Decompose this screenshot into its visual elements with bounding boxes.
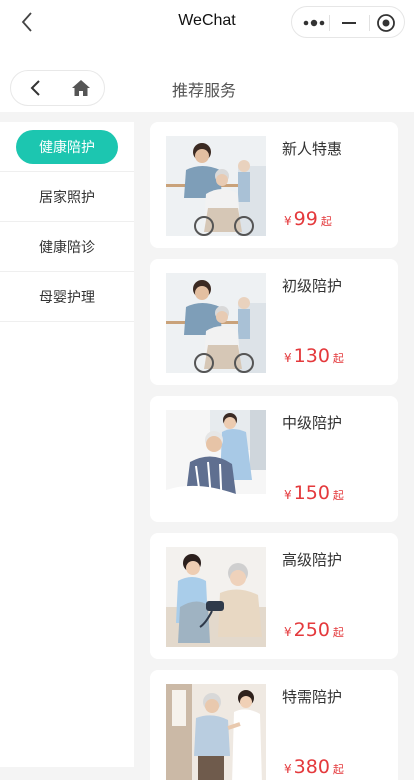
service-name: 新人特惠 [282,140,343,158]
nurse-blood-pressure-photo [166,547,266,647]
service-price: ¥99 起 [284,208,332,230]
capsule-divider [329,15,330,31]
service-price: ¥380 起 [284,756,344,778]
minimize-icon[interactable] [337,15,361,31]
category-sidebar: 健康陪护 居家照护 健康陪诊 母婴护理 [0,122,134,767]
price-suffix: 起 [332,626,344,639]
category-item-home-care[interactable]: 居家照护 [0,172,134,222]
service-name: 初级陪护 [282,277,343,295]
price-currency: ¥ [284,488,292,502]
price-currency: ¥ [284,625,292,639]
nav-capsule [10,70,105,106]
service-price: ¥130 起 [284,345,344,367]
price-suffix: 起 [320,215,332,228]
nurse-walking-assist-photo [166,684,266,780]
price-value: 150 [293,482,330,504]
wechat-capsule [291,6,405,38]
page-title: 推荐服务 [172,81,237,100]
price-value: 380 [293,756,330,778]
price-value: 99 [293,208,318,230]
caregiver-photo [166,273,266,373]
service-price: ¥250 起 [284,619,344,641]
price-suffix: 起 [332,489,344,502]
price-suffix: 起 [332,352,344,365]
service-card[interactable]: 高级陪护 ¥250 起 [150,533,398,659]
category-item-maternal-infant[interactable]: 母婴护理 [0,272,134,322]
category-item-health-companion[interactable]: 健康陪护 [0,122,134,172]
price-value: 250 [293,619,330,641]
back-icon[interactable] [27,79,45,97]
page-header: 推荐服务 [0,44,414,112]
service-name: 中级陪护 [282,414,343,432]
price-value: 130 [293,345,330,367]
category-label: 母婴护理 [39,289,95,306]
more-dots-icon[interactable] [302,16,330,30]
caregiver-photo [166,136,266,236]
capsule-divider [369,15,370,31]
service-name: 高级陪护 [282,551,343,569]
service-list: 新人特惠 ¥99 起 初级陪护 ¥130 起 中级陪护 ¥ 150 起 高级陪护… [150,122,398,780]
nurse-photo [166,410,266,510]
service-card[interactable]: 新人特惠 ¥99 起 [150,122,398,248]
category-item-medical-escort[interactable]: 健康陪诊 [0,222,134,272]
service-card[interactable]: 初级陪护 ¥130 起 [150,259,398,385]
price-currency: ¥ [284,351,292,365]
category-label: 健康陪护 [16,129,118,164]
service-price: ¥150 起 [284,482,344,504]
service-name: 特需陪护 [282,688,343,706]
category-label: 健康陪诊 [39,239,95,256]
price-currency: ¥ [284,214,292,228]
close-target-icon[interactable] [376,13,396,33]
wechat-top-bar: WeChat [0,0,414,44]
price-suffix: 起 [332,763,344,776]
home-icon[interactable] [71,79,91,97]
service-card[interactable]: 特需陪护 ¥380 起 [150,670,398,780]
price-currency: ¥ [284,762,292,776]
category-label: 居家照护 [39,189,95,206]
service-card[interactable]: 中级陪护 ¥150 起 [150,396,398,522]
